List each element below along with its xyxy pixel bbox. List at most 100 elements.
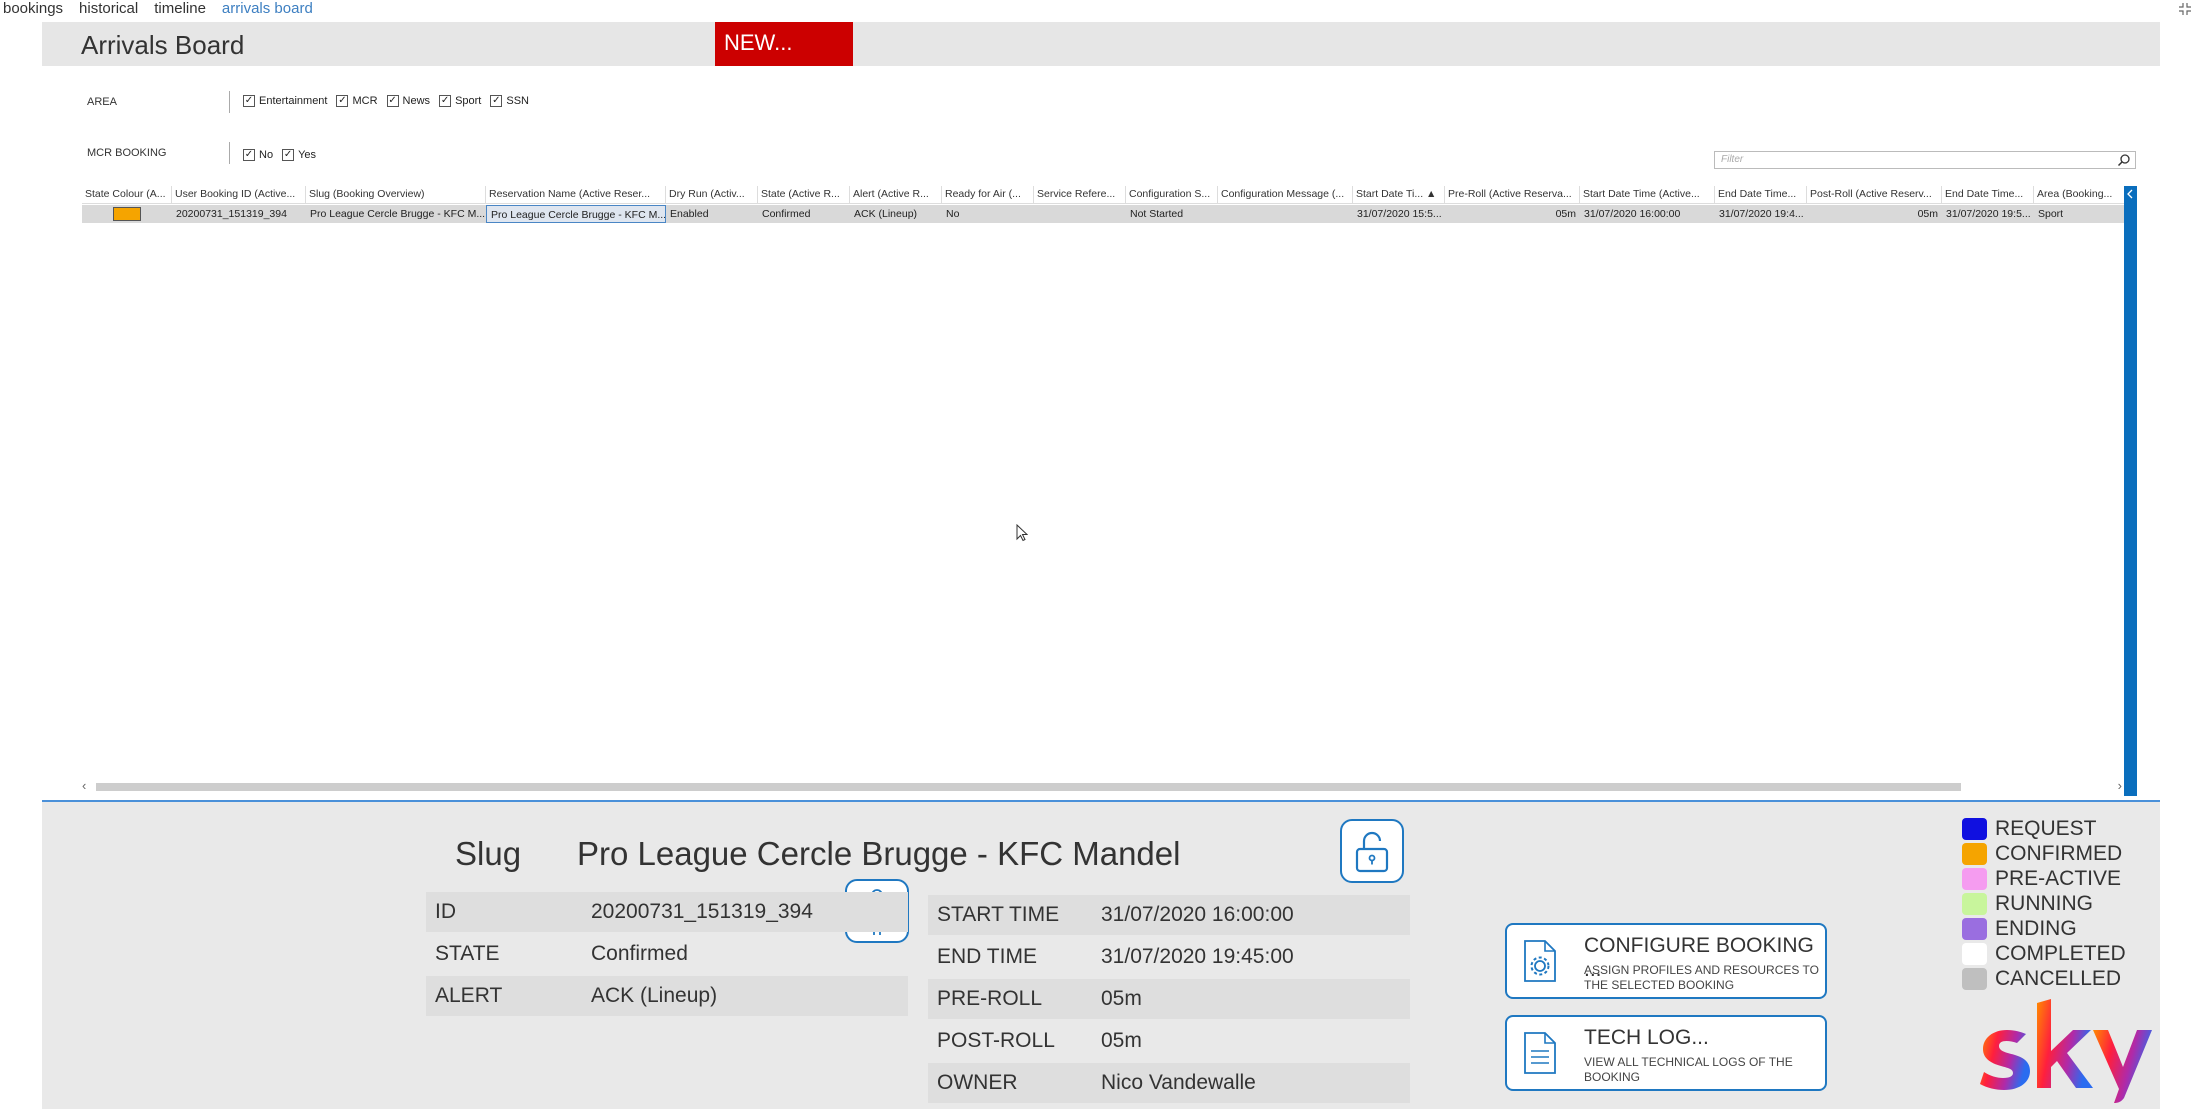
legend-item: REQUEST — [1962, 816, 2126, 841]
legend-swatch — [1962, 942, 1987, 965]
legend-swatch — [1962, 892, 1987, 915]
area-checkbox-news[interactable]: ✓ News — [386, 95, 430, 107]
nav-historical[interactable]: historical — [79, 0, 138, 20]
legend-label: CANCELLED — [1995, 966, 2122, 990]
column-header[interactable]: Dry Run (Activ... — [666, 186, 758, 203]
column-header[interactable]: State (Active R... — [758, 186, 850, 203]
search-icon[interactable] — [2117, 153, 2131, 167]
chevron-left-icon[interactable] — [2124, 188, 2137, 200]
checkbox-check-icon: ✓ — [282, 149, 295, 161]
slug-value: Pro League Cercle Brugge - KFC Mandel — [577, 835, 1181, 872]
document-settings-icon — [1524, 940, 1556, 982]
table-cell: 31/07/2020 19:4... — [1719, 208, 1804, 220]
legend-swatch — [1962, 967, 1987, 990]
table-cell: Confirmed — [762, 208, 811, 220]
table-cell: Pro League Cercle Brugge - KFC M... — [310, 208, 486, 220]
area-checkbox-sport[interactable]: ✓ Sport — [439, 95, 481, 107]
column-header[interactable]: Start Date Ti... ▲ — [1353, 186, 1445, 203]
column-header[interactable]: Slug (Booking Overview) — [306, 186, 486, 203]
table-cell: 31/07/2020 16:00:00 — [1584, 208, 1681, 220]
area-checkbox-mcr[interactable]: ✓ MCR — [336, 95, 378, 107]
legend-item: RUNNING — [1962, 891, 2126, 916]
nav-timeline[interactable]: timeline — [154, 0, 206, 20]
column-header[interactable]: Configuration S... — [1126, 186, 1218, 203]
booking-detail-panel: Slug Pro League Cercle Brugge - KFC Mand… — [42, 802, 2160, 1109]
legend-item: COMPLETED — [1962, 941, 2126, 966]
vertical-scrollbar[interactable] — [2124, 186, 2137, 796]
table-cell — [1034, 205, 1126, 223]
table-cell: 05m — [1555, 208, 1576, 220]
column-header[interactable]: Pre-Roll (Active Reserva... — [1445, 186, 1580, 203]
checkbox-check-icon: ✓ — [439, 95, 452, 107]
legend-item: CONFIRMED — [1962, 841, 2126, 866]
state-legend: REQUEST CONFIRMED PRE-ACTIVE RUNNING ENDING C… — [1962, 816, 2126, 991]
column-header[interactable]: End Date Time... — [1942, 186, 2034, 203]
checkbox-check-icon: ✓ — [336, 95, 349, 107]
column-header[interactable]: Post-Roll (Active Reserv... — [1807, 186, 1942, 203]
column-header[interactable]: Start Date Time (Active... — [1580, 186, 1715, 203]
nav-arrivals-board[interactable]: arrivals board — [222, 0, 313, 20]
mcr-booking-filter-options: ✓ No ✓ Yes — [243, 149, 316, 161]
column-header[interactable]: User Booking ID (Active... — [172, 186, 306, 203]
info-row-state: STATE Confirmed — [435, 942, 688, 965]
legend-swatch — [1962, 842, 1987, 865]
column-header[interactable]: State Colour (A... — [82, 186, 172, 203]
column-header[interactable]: End Date Time... — [1715, 186, 1807, 203]
new-button[interactable]: NEW... — [715, 22, 853, 66]
legend-item: ENDING — [1962, 916, 2126, 941]
legend-label: REQUEST — [1995, 816, 2097, 840]
collapse-icon[interactable] — [2178, 2, 2192, 19]
area-filter-options: ✓ Entertainment ✓ MCR ✓ News ✓ Sport ✓ SSN — [243, 95, 529, 107]
column-header[interactable]: Ready for Air (... — [942, 186, 1034, 203]
legend-item: PRE-ACTIVE — [1962, 866, 2126, 891]
configure-booking-button[interactable]: CONFIGURE BOOKING ... ASSIGN PROFILES AN… — [1505, 923, 1827, 999]
state-colour-swatch — [113, 207, 141, 221]
checkbox-check-icon: ✓ — [386, 95, 399, 107]
column-header[interactable]: Alert (Active R... — [850, 186, 942, 203]
legend-item: CANCELLED — [1962, 966, 2126, 991]
scroll-right-icon[interactable]: › — [2118, 778, 2122, 793]
area-checkbox-ssn[interactable]: ✓ SSN — [490, 95, 529, 107]
table-cell: 31/07/2020 15:5... — [1357, 208, 1442, 220]
state-colour-cell — [82, 205, 172, 223]
sky-logo — [1980, 999, 2152, 1103]
mouse-cursor-icon — [1016, 524, 1028, 542]
nav-bookings[interactable]: bookings — [3, 0, 63, 20]
legend-swatch — [1962, 867, 1987, 890]
filter-divider — [229, 142, 230, 164]
table-cell: Sport — [2038, 208, 2064, 220]
unlock-button[interactable] — [1340, 819, 1404, 883]
grid-header: State Colour (A... User Booking ID (Activ… — [82, 186, 2136, 204]
info-row-id: ID 20200731_151319_394 — [426, 892, 908, 932]
mcr-checkbox-yes[interactable]: ✓ Yes — [282, 149, 316, 161]
legend-swatch — [1962, 817, 1987, 840]
legend-label: PRE-ACTIVE — [1995, 866, 2122, 890]
table-cell: Not Started — [1130, 208, 1184, 220]
column-header[interactable]: Reservation Name (Active Reser... — [486, 186, 666, 203]
table-row[interactable]: 20200731_151319_394 Pro League Cercle Bru… — [82, 205, 2136, 223]
info-row-start-time: START TIME 31/07/2020 16:00:00 — [928, 895, 1410, 935]
scroll-left-icon[interactable]: ‹ — [82, 778, 86, 793]
scroll-thumb[interactable] — [96, 783, 1961, 791]
horizontal-scrollbar[interactable]: ‹ › — [82, 778, 2122, 794]
bookings-grid: State Colour (A... User Booking ID (Activ… — [82, 186, 2136, 796]
table-cell: Enabled — [670, 208, 709, 220]
filter-search-input[interactable]: Filter — [1714, 151, 2136, 169]
mcr-checkbox-no[interactable]: ✓ No — [243, 149, 273, 161]
document-icon — [1524, 1032, 1556, 1074]
legend-swatch — [1962, 917, 1987, 940]
table-cell: Pro League Cercle Brugge - KFC M... — [486, 205, 666, 223]
checkbox-check-icon: ✓ — [243, 95, 255, 107]
header-bar: Arrivals Board NEW... — [42, 22, 2160, 66]
mcr-booking-filter-label: MCR BOOKING — [87, 147, 167, 159]
area-checkbox-entertainment[interactable]: ✓ Entertainment — [243, 95, 327, 107]
column-header[interactable]: Service Refere... — [1034, 186, 1126, 203]
tech-log-button[interactable]: TECH LOG... VIEW ALL TECHNICAL LOGS OF T… — [1505, 1015, 1827, 1091]
legend-label: RUNNING — [1995, 891, 2093, 915]
column-header[interactable]: Area (Booking... — [2034, 186, 2126, 203]
table-cell: 20200731_151319_394 — [176, 208, 287, 220]
unlock-icon — [1355, 831, 1389, 873]
info-row-owner: OWNER Nico Vandewalle — [928, 1063, 1410, 1103]
table-cell: 05m — [1917, 208, 1938, 220]
column-header[interactable]: Configuration Message (... — [1218, 186, 1353, 203]
